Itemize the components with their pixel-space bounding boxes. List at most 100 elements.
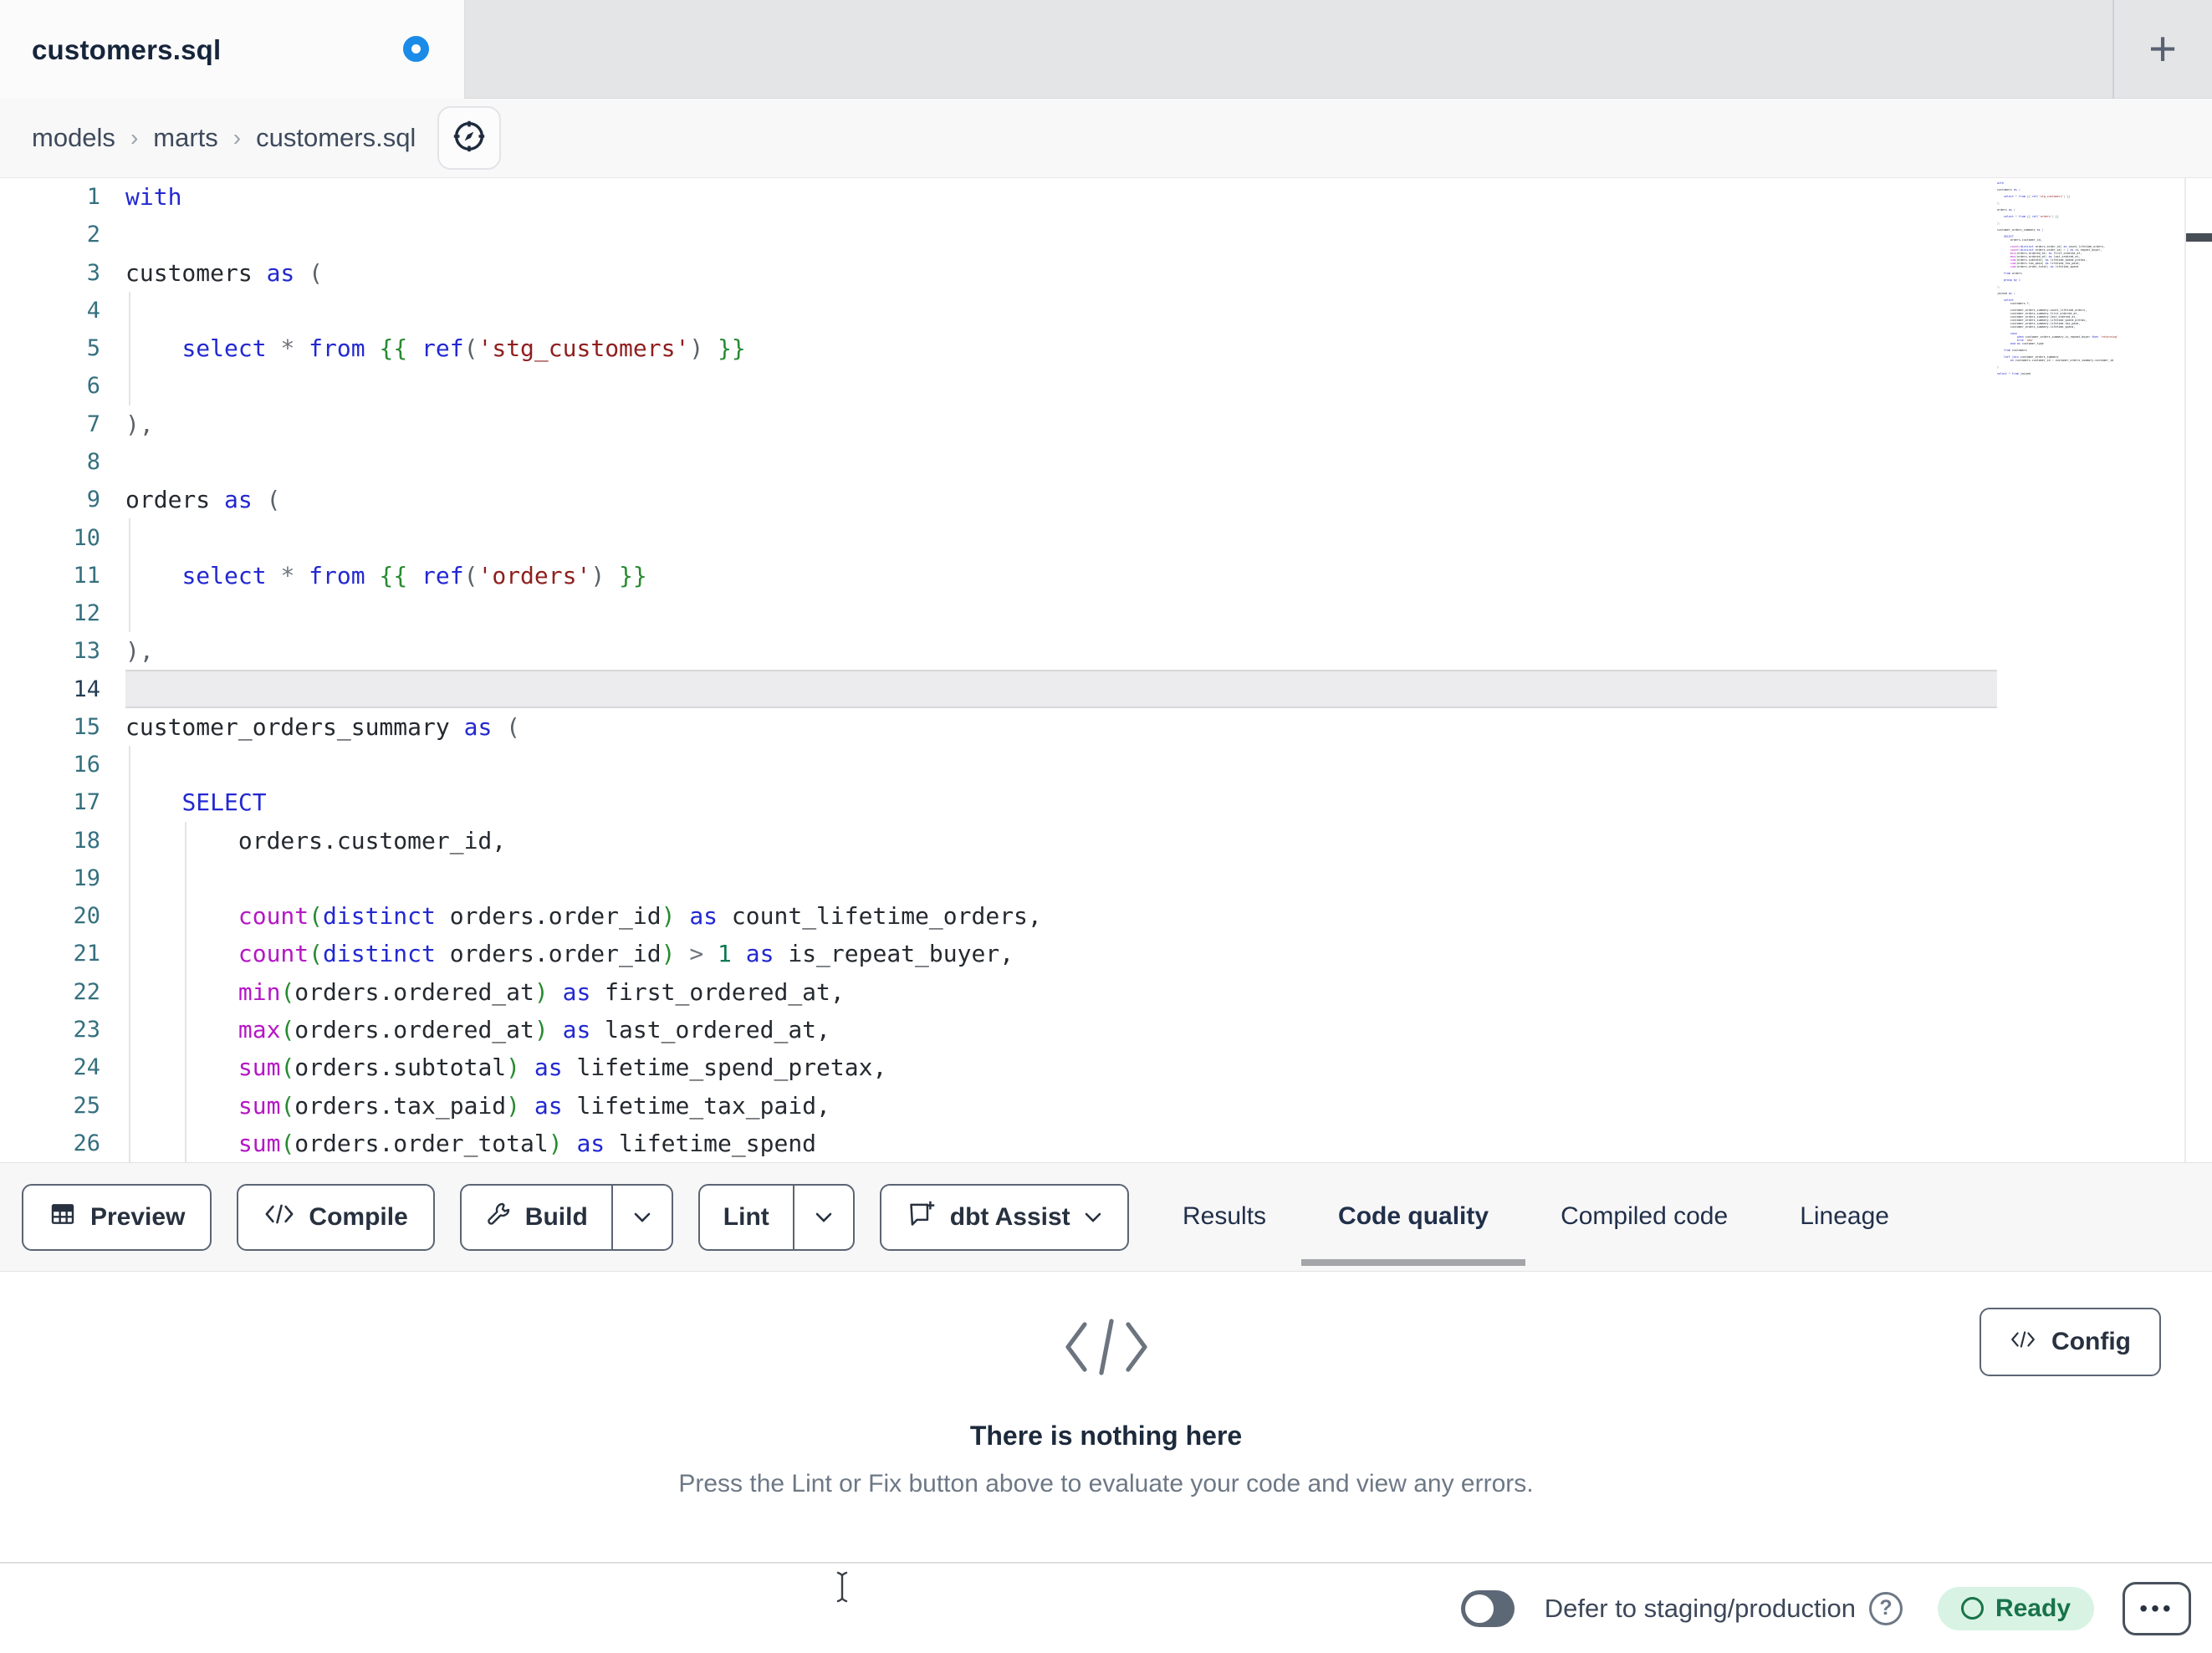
toggle-knob — [1464, 1594, 1494, 1623]
code-line[interactable]: 22 min(orders.ordered_at) as first_order… — [0, 973, 2184, 1011]
line-number: 8 — [86, 448, 100, 475]
code-line[interactable]: 24 sum(orders.subtotal) as lifetime_spen… — [0, 1048, 2184, 1086]
code-line[interactable]: 3 customers as ( — [0, 254, 2184, 292]
line-number: 21 — [73, 941, 100, 967]
help-icon[interactable]: ? — [1868, 1591, 1903, 1625]
code-line[interactable]: 13), — [0, 632, 2184, 670]
line-number: 19 — [73, 865, 100, 891]
code-line[interactable]: 19 — [0, 860, 2184, 897]
code-line[interactable]: 20 count(distinct orders.order_id) as co… — [0, 897, 2184, 935]
dbt-assist-button[interactable]: dbt Assist — [879, 1183, 1129, 1251]
breadcrumb-separator: › — [130, 125, 139, 151]
compile-button[interactable]: Compile — [237, 1183, 435, 1251]
code-line[interactable]: 26 sum(orders.order_total) as lifetime_s… — [0, 1125, 2184, 1162]
indent-guide — [129, 291, 130, 406]
new-tab-button[interactable]: + — [2129, 15, 2196, 82]
minimap-content: with customers as ( select * from {{ ref(… — [1997, 181, 2118, 375]
line-number: 10 — [73, 524, 100, 551]
editor-tab-bar: customers.sql + — [0, 0, 2212, 99]
build-dropdown-button[interactable] — [610, 1185, 672, 1249]
ready-label: Ready — [1995, 1594, 2071, 1622]
defer-toggle[interactable] — [1460, 1589, 1515, 1627]
line-number: 2 — [86, 222, 100, 248]
breadcrumb-models[interactable]: models — [32, 123, 115, 153]
chevron-down-icon — [634, 1212, 651, 1222]
preview-button[interactable]: Preview — [22, 1183, 212, 1251]
line-number: 14 — [73, 676, 100, 702]
line-number: 22 — [73, 978, 100, 1005]
lint-dropdown-button[interactable] — [792, 1185, 853, 1249]
minimap[interactable]: with customers as ( select * from {{ ref(… — [1997, 181, 2129, 375]
lint-button[interactable]: Lint — [700, 1186, 793, 1249]
line-number: 24 — [73, 1054, 100, 1081]
editor-scrollbar[interactable] — [2184, 178, 2212, 1162]
ellipsis-icon: ••• — [2139, 1594, 2174, 1621]
line-number: 6 — [86, 373, 100, 400]
line-number: 4 — [86, 297, 100, 324]
build-button[interactable]: Build — [462, 1186, 611, 1249]
code-line[interactable]: 5 select * from {{ ref('stg_customers') … — [0, 329, 2184, 367]
breadcrumb-file[interactable]: customers.sql — [256, 123, 416, 153]
result-panel-tabs: Results Code quality Compiled code Linea… — [1183, 1164, 1889, 1269]
ready-status-badge[interactable]: Ready — [1937, 1586, 2094, 1630]
line-number: 7 — [86, 411, 100, 437]
code-lines: 1 with 2 3 customers as ( 4 5 select * from {{… — [0, 178, 2184, 1162]
more-options-button[interactable]: ••• — [2123, 1581, 2191, 1635]
line-number: 23 — [73, 1016, 100, 1043]
tab-results[interactable]: Results — [1183, 1202, 1266, 1231]
line-number: 20 — [73, 903, 100, 930]
lint-split-button: Lint — [697, 1183, 855, 1251]
code-line[interactable]: 11 select * from {{ ref('orders') }} — [0, 557, 2184, 594]
status-circle-icon — [1960, 1597, 1984, 1620]
empty-state: There is nothing here Press the Lint or … — [0, 1273, 2212, 1498]
explore-lineage-button[interactable] — [437, 106, 502, 170]
line-number: 11 — [73, 562, 100, 589]
compass-icon — [450, 117, 488, 160]
code-line[interactable]: 8 — [0, 443, 2184, 481]
scrollbar-thumb[interactable] — [2186, 233, 2212, 242]
code-line[interactable]: 9 orders as ( — [0, 481, 2184, 518]
line-number: 15 — [73, 713, 100, 740]
assist-sparkle-chat-icon — [907, 1199, 937, 1236]
code-line[interactable]: 2 — [0, 216, 2184, 253]
code-line[interactable]: 12 — [0, 594, 2184, 632]
tab-customers-sql[interactable]: customers.sql — [0, 0, 465, 99]
code-line[interactable]: 14 — [0, 670, 2184, 708]
code-line[interactable]: 25 sum(orders.tax_paid) as lifetime_tax_… — [0, 1086, 2184, 1124]
indent-guide — [185, 821, 186, 1162]
tab-title: customers.sql — [32, 33, 222, 65]
code-line[interactable]: 7), — [0, 406, 2184, 443]
breadcrumb-separator: › — [232, 125, 242, 151]
lint-label: Lint — [723, 1202, 769, 1231]
code-line[interactable]: 15 customer_orders_summary as ( — [0, 708, 2184, 746]
empty-state-title: There is nothing here — [969, 1421, 1243, 1451]
indent-guide — [129, 518, 130, 633]
code-line[interactable]: 21 count(distinct orders.order_id) > 1 a… — [0, 935, 2184, 972]
tab-lineage[interactable]: Lineage — [1800, 1202, 1889, 1231]
chevron-down-icon — [1085, 1212, 1101, 1222]
code-line[interactable]: 16 — [0, 746, 2184, 783]
code-line[interactable]: 18 orders.customer_id, — [0, 822, 2184, 860]
line-number: 1 — [86, 184, 100, 211]
line-number: 16 — [73, 752, 100, 778]
indent-guide — [129, 746, 130, 1162]
tab-compiled-code[interactable]: Compiled code — [1561, 1202, 1728, 1231]
line-number: 3 — [86, 259, 100, 286]
code-line[interactable]: 1 with — [0, 178, 2184, 216]
line-number: 9 — [86, 487, 100, 513]
line-number: 17 — [73, 789, 100, 816]
code-line[interactable]: 17 SELECT — [0, 783, 2184, 821]
line-number: 18 — [73, 827, 100, 854]
code-line[interactable]: 6 — [0, 367, 2184, 405]
code-line[interactable]: 23 max(orders.ordered_at) as last_ordere… — [0, 1011, 2184, 1048]
code-line[interactable]: 10 — [0, 518, 2184, 556]
breadcrumb-marts[interactable]: marts — [153, 123, 218, 153]
code-editor[interactable]: 1 with 2 3 customers as ( 4 5 select * from {{… — [0, 178, 2184, 1162]
line-number: 26 — [73, 1130, 100, 1156]
table-grid-icon — [49, 1201, 77, 1234]
line-number: 25 — [73, 1092, 100, 1119]
tab-code-quality[interactable]: Code quality — [1301, 1202, 1526, 1266]
unsaved-changes-dot-icon — [403, 36, 429, 62]
code-line[interactable]: 4 — [0, 292, 2184, 329]
breadcrumb-bar: models › marts › customers.sql Save — [0, 99, 2212, 269]
